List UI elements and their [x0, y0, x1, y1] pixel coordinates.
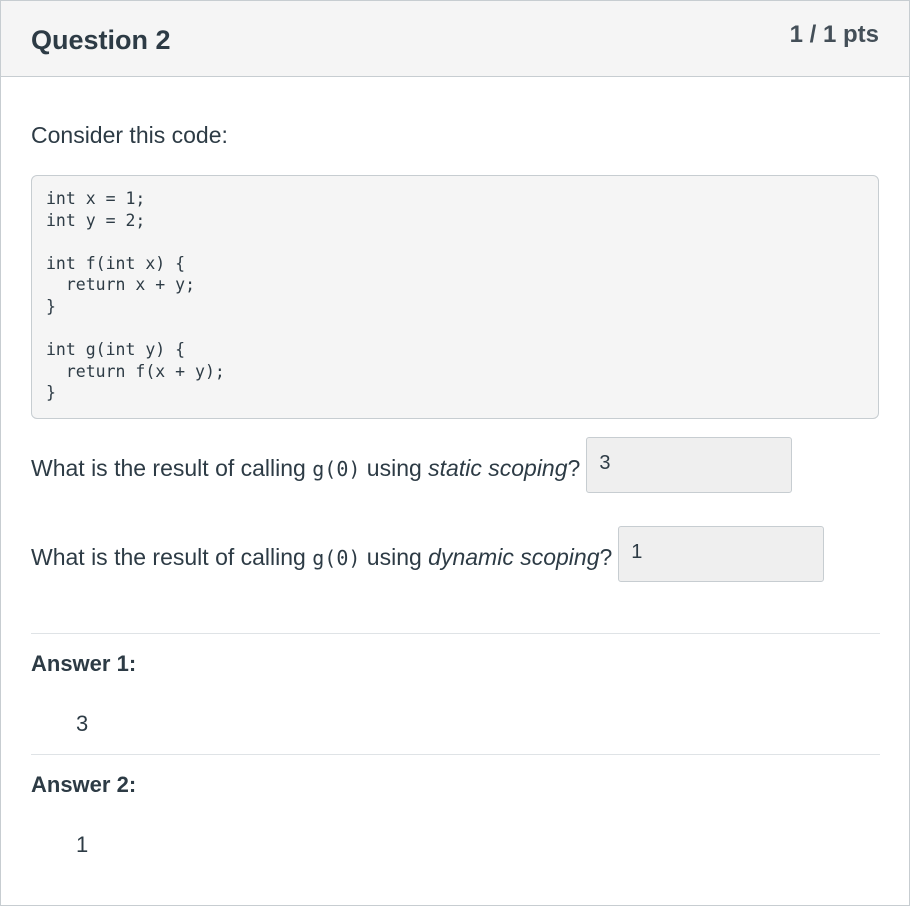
code-text: int x = 1; int y = 2; int f(int x) { ret… — [46, 189, 225, 403]
divider — [31, 754, 880, 755]
question-intro: Consider this code: — [31, 122, 228, 148]
prompt-emphasis: dynamic scoping — [428, 544, 600, 570]
answer-2-label: Answer 2: — [31, 772, 137, 797]
prompt-middle: using — [360, 455, 429, 481]
question-title: Question 2 — [31, 25, 171, 55]
answer-2-value: 1 — [76, 832, 89, 857]
prompt-middle: using — [360, 544, 429, 570]
prompt-suffix: ? — [599, 544, 613, 570]
divider — [31, 633, 880, 634]
prompt-suffix: ? — [567, 455, 581, 481]
prompt-static-scoping: What is the result of calling g(0) using… — [31, 437, 793, 493]
question-card: Question 2 1 / 1 pts Consider this code:… — [0, 0, 910, 906]
prompt-dynamic-scoping: What is the result of calling g(0) using… — [31, 526, 825, 582]
question-header: Question 2 1 / 1 pts — [1, 1, 909, 77]
answer-1-value: 3 — [76, 711, 89, 736]
prompt-prefix: What is the result of calling — [31, 455, 313, 481]
points-score: 1 / 1 pts — [789, 21, 879, 48]
answer-field-2[interactable]: 1 — [618, 526, 825, 582]
code-block: int x = 1; int y = 2; int f(int x) { ret… — [31, 175, 879, 419]
prompt-emphasis: static scoping — [428, 455, 568, 481]
prompt-code: g(0) — [312, 546, 361, 570]
answer-1-label: Answer 1: — [31, 651, 137, 676]
prompt-code: g(0) — [312, 457, 361, 481]
prompt-prefix: What is the result of calling — [31, 544, 313, 570]
answer-field-1[interactable]: 3 — [586, 437, 793, 493]
